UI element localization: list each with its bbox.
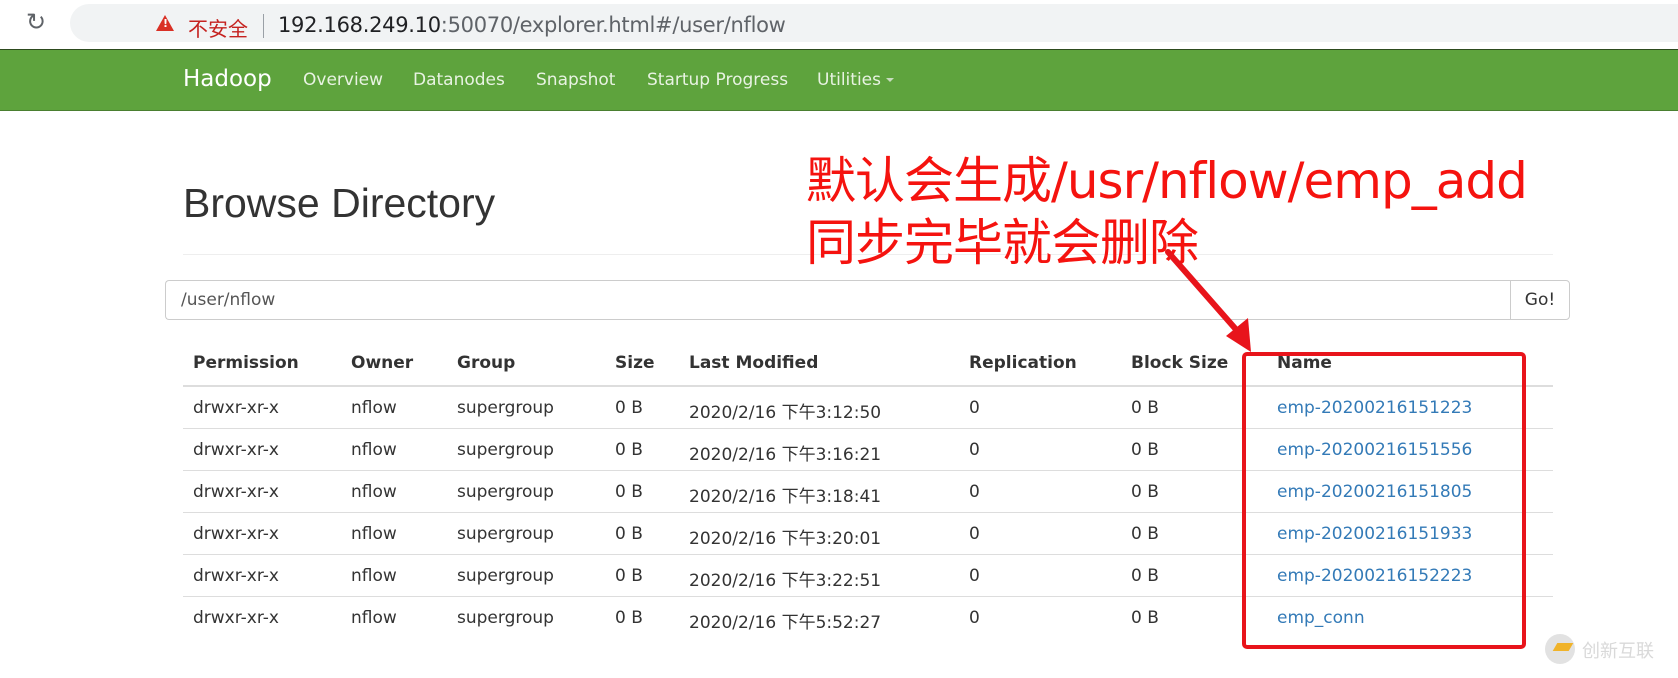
cell-owner: nflow [351, 440, 397, 460]
url-text[interactable]: 192.168.249.10:50070/explorer.html#/user… [278, 13, 786, 37]
nav-overview[interactable]: Overview [303, 70, 383, 90]
cell-size: 0 B [615, 608, 643, 628]
nav-utilities-label: Utilities [817, 70, 881, 90]
cell-replication: 0 [969, 566, 980, 586]
cell-replication: 0 [969, 608, 980, 628]
cell-replication: 0 [969, 398, 980, 418]
nav-datanodes[interactable]: Datanodes [413, 70, 505, 90]
cell-last-modified: 2020/2/16 下午3:20:01 [689, 529, 882, 549]
header-replication[interactable]: Replication [969, 353, 1077, 373]
watermark: 创新互联 [1540, 630, 1678, 670]
cell-permission: drwxr-xr-x [193, 524, 279, 544]
header-permission[interactable]: Permission [193, 353, 299, 373]
cell-block-size: 0 B [1131, 608, 1159, 628]
cell-group: supergroup [457, 482, 554, 502]
annotation-highlight-box [1242, 352, 1526, 649]
cell-owner: nflow [351, 524, 397, 544]
cell-last-modified: 2020/2/16 下午3:22:51 [689, 571, 882, 591]
cell-replication: 0 [969, 524, 980, 544]
cell-block-size: 0 B [1131, 482, 1159, 502]
go-button[interactable]: Go! [1510, 280, 1570, 320]
cell-permission: drwxr-xr-x [193, 440, 279, 460]
cell-last-modified: 2020/2/16 下午3:12:50 [689, 403, 882, 423]
cell-last-modified: 2020/2/16 下午3:18:41 [689, 487, 882, 507]
cell-block-size: 0 B [1131, 566, 1159, 586]
cell-group: supergroup [457, 566, 554, 586]
watermark-logo-icon [1545, 634, 1575, 664]
cell-permission: drwxr-xr-x [193, 566, 279, 586]
caret-down-icon [885, 78, 894, 82]
cell-block-size: 0 B [1131, 440, 1159, 460]
cell-size: 0 B [615, 440, 643, 460]
annotation-line-2: 同步完毕就会删除 [806, 214, 1199, 272]
page-title: Browse Directory [183, 180, 496, 226]
cell-replication: 0 [969, 440, 980, 460]
nav-utilities[interactable]: Utilities [817, 70, 894, 90]
brand-link[interactable]: Hadoop [183, 66, 272, 92]
watermark-text: 创新互联 [1582, 641, 1654, 662]
cell-size: 0 B [615, 482, 643, 502]
header-last-modified[interactable]: Last Modified [689, 353, 818, 373]
cell-size: 0 B [615, 566, 643, 586]
security-status[interactable]: 不安全 [188, 13, 248, 42]
cell-replication: 0 [969, 482, 980, 502]
cell-owner: nflow [351, 566, 397, 586]
url-path: :50070/explorer.html#/user/nflow [440, 13, 786, 37]
header-owner[interactable]: Owner [351, 353, 413, 373]
cell-group: supergroup [457, 398, 554, 418]
cell-owner: nflow [351, 608, 397, 628]
annotation-line-1: 默认会生成/usr/nflow/emp_add [806, 152, 1528, 210]
cell-last-modified: 2020/2/16 下午5:52:27 [689, 613, 882, 633]
annotation-text: 默认会生成/usr/nflow/emp_add 同步完毕就会删除 [806, 150, 1528, 274]
reload-icon[interactable]: ↻ [22, 8, 50, 36]
header-block-size[interactable]: Block Size [1131, 353, 1228, 373]
cell-block-size: 0 B [1131, 524, 1159, 544]
directory-path-input[interactable] [165, 280, 1510, 320]
cell-group: supergroup [457, 608, 554, 628]
cell-size: 0 B [615, 524, 643, 544]
header-group[interactable]: Group [457, 353, 515, 373]
cell-group: supergroup [457, 440, 554, 460]
cell-owner: nflow [351, 398, 397, 418]
cell-last-modified: 2020/2/16 下午3:16:21 [689, 445, 882, 465]
url-separator [263, 14, 264, 38]
browser-toolbar: ↻ 不安全 192.168.249.10:50070/explorer.html… [0, 0, 1678, 50]
url-host: 192.168.249.10 [278, 13, 441, 37]
nav-snapshot[interactable]: Snapshot [536, 70, 615, 90]
cell-size: 0 B [615, 398, 643, 418]
hadoop-navbar: Hadoop Overview Datanodes Snapshot Start… [0, 49, 1678, 111]
cell-permission: drwxr-xr-x [193, 398, 279, 418]
nav-startup-progress[interactable]: Startup Progress [647, 70, 788, 90]
cell-permission: drwxr-xr-x [193, 608, 279, 628]
cell-group: supergroup [457, 524, 554, 544]
cell-permission: drwxr-xr-x [193, 482, 279, 502]
header-size[interactable]: Size [615, 353, 655, 373]
cell-owner: nflow [351, 482, 397, 502]
warning-icon[interactable] [156, 15, 174, 31]
address-bar[interactable]: 不安全 192.168.249.10:50070/explorer.html#/… [70, 4, 1678, 42]
cell-block-size: 0 B [1131, 398, 1159, 418]
